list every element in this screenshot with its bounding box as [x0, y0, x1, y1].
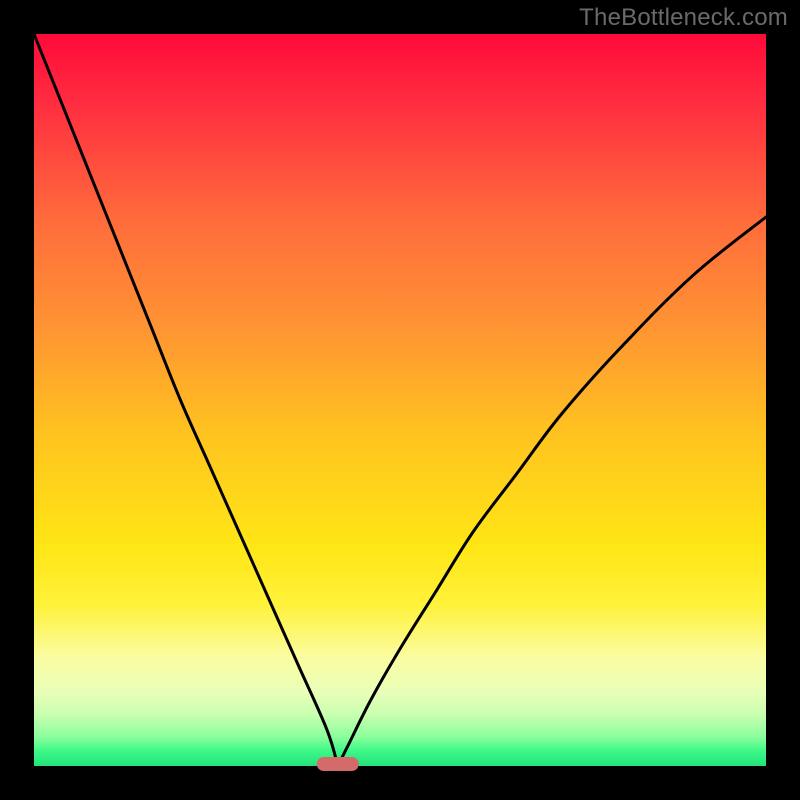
- chart-frame: TheBottleneck.com: [0, 0, 800, 800]
- bottleneck-chart: [0, 0, 800, 800]
- optimum-marker: [317, 757, 359, 771]
- plot-area: [34, 34, 766, 771]
- gradient-background: [34, 34, 766, 766]
- watermark-text: TheBottleneck.com: [579, 4, 788, 32]
